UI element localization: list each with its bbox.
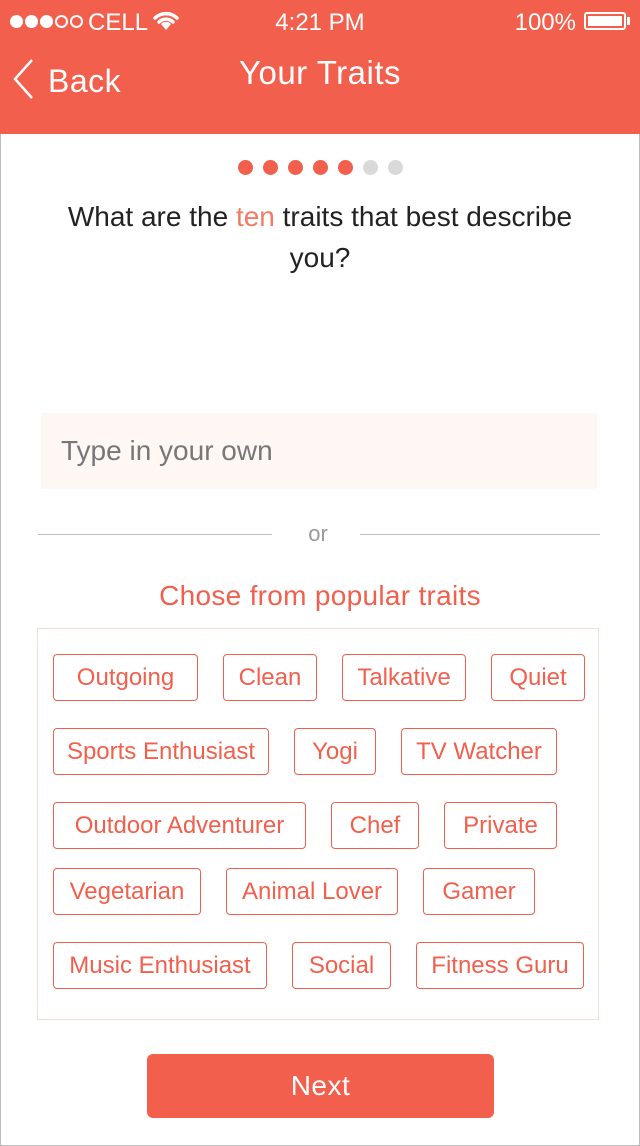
trait-chip-talkative[interactable]: Talkative bbox=[342, 654, 466, 701]
trait-chip-sports-enthusiast[interactable]: Sports Enthusiast bbox=[53, 728, 269, 775]
trait-chip-yogi[interactable]: Yogi bbox=[294, 728, 376, 775]
trait-chip-fitness-guru[interactable]: Fitness Guru bbox=[416, 942, 584, 989]
question-highlight: ten bbox=[235, 201, 275, 232]
question-text: What are the ten traits that best descri… bbox=[60, 196, 580, 278]
divider-or: or bbox=[308, 521, 328, 546]
trait-chip-outgoing[interactable]: Outgoing bbox=[53, 654, 198, 701]
battery-icon bbox=[584, 12, 626, 30]
nav-bar: Back Your Traits bbox=[0, 42, 640, 134]
trait-chip-clean[interactable]: Clean bbox=[223, 654, 317, 701]
trait-chip-private[interactable]: Private bbox=[444, 802, 557, 849]
custom-trait-input[interactable] bbox=[41, 413, 597, 489]
progress-dot bbox=[337, 160, 353, 175]
trait-chip-vegetarian[interactable]: Vegetarian bbox=[53, 868, 201, 915]
trait-chip-social[interactable]: Social bbox=[292, 942, 391, 989]
divider-right bbox=[360, 534, 600, 535]
progress-dot bbox=[287, 160, 303, 175]
trait-chip-quiet[interactable]: Quiet bbox=[491, 654, 585, 701]
progress-dot bbox=[387, 160, 403, 175]
progress-dot bbox=[237, 160, 253, 175]
trait-chip-animal-lover[interactable]: Animal Lover bbox=[226, 868, 398, 915]
trait-chip-gamer[interactable]: Gamer bbox=[423, 868, 535, 915]
progress-dot bbox=[362, 160, 378, 175]
popular-traits-title: Chose from popular traits bbox=[159, 580, 481, 611]
trait-chip-tv-watcher[interactable]: TV Watcher bbox=[401, 728, 557, 775]
page-title: Your Traits bbox=[238, 54, 402, 91]
progress-dot bbox=[312, 160, 328, 175]
progress-dot bbox=[262, 160, 278, 175]
battery-percent: 100% bbox=[514, 9, 576, 36]
status-bar: CELL 4:21 PM 100% bbox=[0, 0, 640, 42]
app-header: CELL 4:21 PM 100% Back Your Traits bbox=[0, 0, 640, 134]
question-prefix: What are the bbox=[67, 201, 236, 232]
trait-chip-music-enthusiast[interactable]: Music Enthusiast bbox=[53, 942, 267, 989]
traits-container: Outgoing Clean Talkative Quiet Sports En… bbox=[37, 628, 599, 1020]
step-progress bbox=[0, 160, 640, 175]
trait-chip-outdoor-adventurer[interactable]: Outdoor Adventurer bbox=[53, 802, 306, 849]
battery-tip bbox=[627, 17, 630, 25]
next-button[interactable]: Next bbox=[147, 1054, 494, 1118]
question-suffix: traits that best describe you? bbox=[274, 201, 573, 273]
trait-chip-chef[interactable]: Chef bbox=[331, 802, 419, 849]
divider-left bbox=[38, 534, 272, 535]
